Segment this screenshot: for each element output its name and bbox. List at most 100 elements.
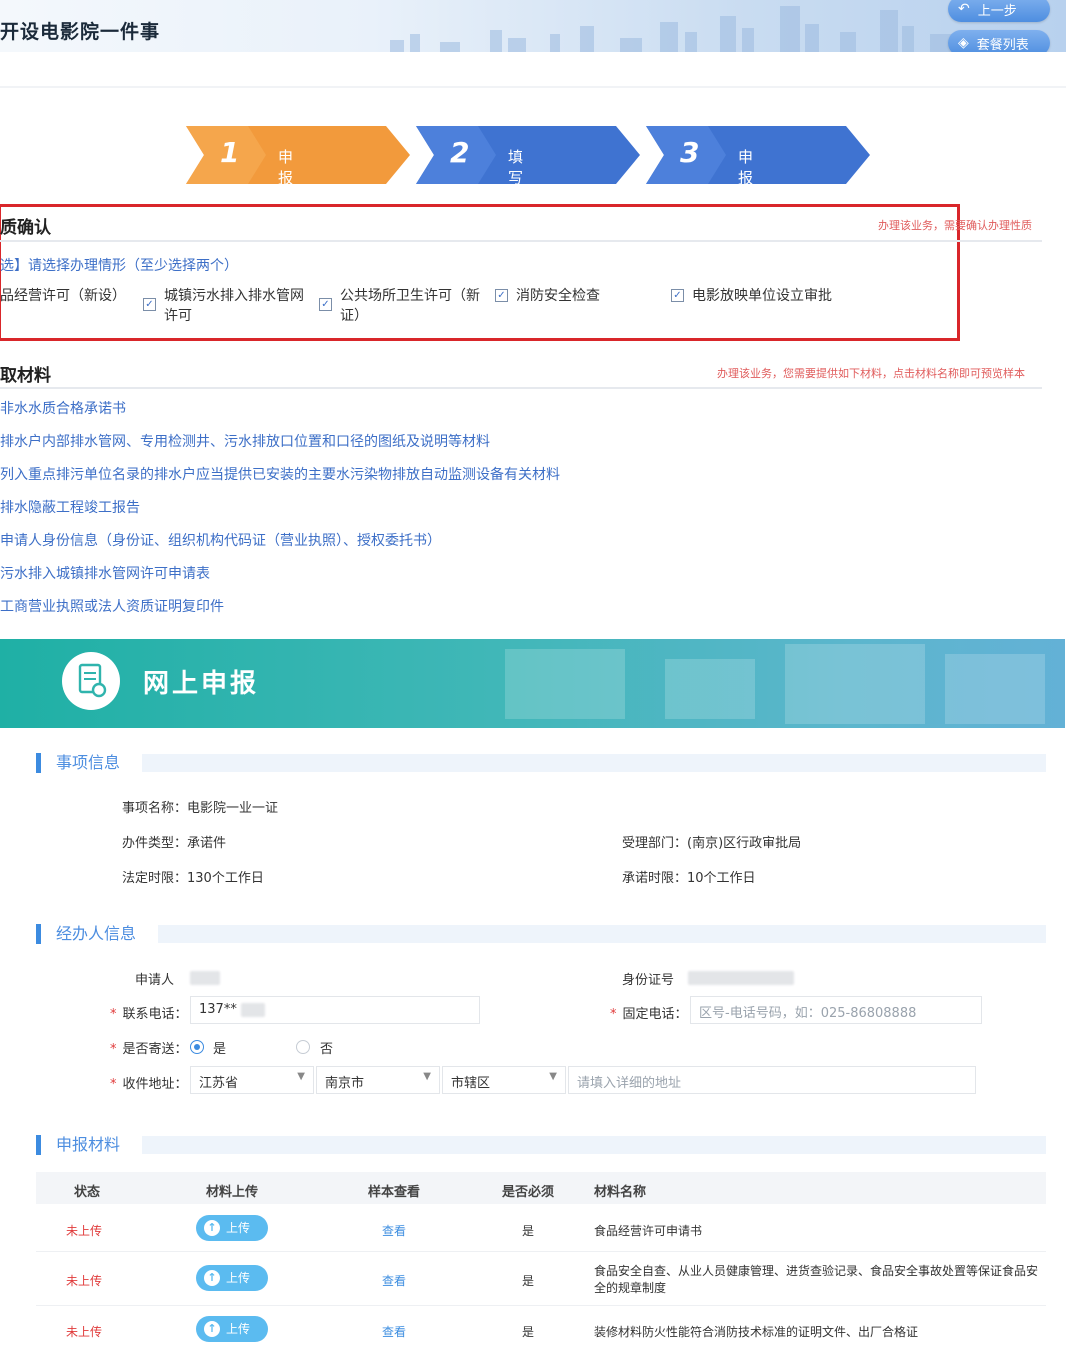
agent-info-header: 经办人信息 <box>36 924 1046 944</box>
package-list-button[interactable]: ◈ 套餐列表 <box>948 30 1050 52</box>
upload-button[interactable]: ↑ 上传 <box>196 1316 268 1342</box>
applicant-label: 申请人 <box>135 973 175 988</box>
city-select[interactable]: 南京市 ▼ <box>316 1066 440 1094</box>
required-mark: * <box>110 1007 117 1022</box>
online-declare-banner: 网上申报 <box>0 639 1065 728</box>
province-select[interactable]: 江苏省 ▼ <box>190 1066 314 1094</box>
item-name-label: 事项名称： <box>122 801 188 816</box>
confirm-note: 办理该业务，需要确认办理性质 <box>878 219 1032 232</box>
required-mark: * <box>610 1007 617 1022</box>
table-row: 未上传 ↑ 上传 查看 是 食品经营许可申请书 <box>36 1206 1046 1252</box>
view-sample-link[interactable]: 查看 <box>382 1323 406 1340</box>
step-2-number: 2 <box>450 136 470 169</box>
mail-no-radio[interactable] <box>296 1040 310 1054</box>
materials-heading: 取材料 <box>0 366 51 386</box>
option-sewage-checkbox[interactable]: ✓ <box>143 298 156 311</box>
step-3-number: 3 <box>680 136 700 169</box>
option-sewage-license[interactable]: 城镇污水排入排水管网许可 <box>164 286 312 326</box>
table-row: 未上传 ↑ 上传 查看 是 食品安全自查、从业人员健康管理、进货查验记录、食品安全… <box>36 1253 1046 1306</box>
material-link[interactable]: 申请人身份信息（身份证、组织机构代码证（营业执照）、授权委托书） <box>0 530 441 550</box>
upload-button[interactable]: ↑ 上传 <box>196 1215 268 1241</box>
col-upload: 材料上传 <box>206 1185 259 1200</box>
layers-icon: ◈ <box>958 35 969 51</box>
prev-step-button[interactable]: ↶ 上一步 <box>948 0 1050 22</box>
applicant-value-redacted <box>190 971 220 985</box>
option-fire-inspection[interactable]: 消防安全检查 <box>516 286 600 306</box>
promise-limit-label: 承诺时限： <box>622 871 688 886</box>
option-cinema-approval[interactable]: 电影放映单位设立审批 <box>692 286 832 306</box>
upload-status: 未上传 <box>66 1224 103 1238</box>
online-declare-title: 网上申报 <box>143 669 260 699</box>
upload-status: 未上传 <box>66 1325 103 1339</box>
mail-yes-radio[interactable] <box>190 1040 204 1054</box>
upload-button[interactable]: ↑ 上传 <box>196 1265 268 1291</box>
col-sample: 样本查看 <box>368 1185 421 1200</box>
fixed-phone-input[interactable]: 区号-电话号码，如：025-86808888 <box>690 996 982 1024</box>
phone-value: 137** <box>199 1002 237 1017</box>
skyline-decoration <box>390 6 954 52</box>
address-label-text: 收件地址： <box>122 1077 188 1092</box>
materials-note: 办理该业务，您需要提供如下材料，点击材料名称即可预览样本 <box>717 367 1025 380</box>
view-sample-link[interactable]: 查看 <box>382 1222 406 1239</box>
option-cinema-checkbox[interactable]: ✓ <box>671 289 684 302</box>
section-fill <box>142 1136 1046 1154</box>
chevron-down-icon: ▼ <box>549 1071 557 1082</box>
item-type-label: 办件类型： <box>122 836 188 851</box>
id-number-value-redacted <box>688 971 794 985</box>
material-link[interactable]: 排水户内部排水管网、专用检测井、污水排放口位置和口径的图纸及说明等材料 <box>0 431 490 451</box>
district-value: 市辖区 <box>451 1076 491 1091</box>
item-dept-label: 受理部门： <box>622 836 688 851</box>
required-value: 是 <box>522 1274 535 1288</box>
chevron-down-icon: ▼ <box>423 1071 431 1082</box>
upload-status: 未上传 <box>66 1274 103 1288</box>
address-detail-input[interactable]: 请填入详细的地址 <box>568 1066 976 1094</box>
material-link[interactable]: 非水水质合格承诺书 <box>0 398 126 418</box>
item-name: 事项名称：电影院一业一证 <box>122 797 278 816</box>
prev-step-label: 上一步 <box>977 3 1017 19</box>
section-marker <box>36 924 41 944</box>
view-sample-link[interactable]: 查看 <box>382 1272 406 1289</box>
fixed-phone-label: * 固定电话： <box>610 1003 688 1022</box>
item-type: 办件类型：承诺件 <box>122 832 226 851</box>
required-value: 是 <box>522 1325 535 1339</box>
phone-label-text: 联系电话： <box>122 1007 188 1022</box>
id-number-label: 身份证号 <box>622 973 675 988</box>
option-hygiene-license[interactable]: 公共场所卫生许可（新证） <box>340 286 488 326</box>
document-icon <box>62 652 120 710</box>
chevron-down-icon: ▼ <box>297 1071 305 1082</box>
phone-input[interactable]: 137** <box>190 996 480 1024</box>
phone-label: * 联系电话： <box>110 1003 188 1022</box>
required-mark: * <box>110 1042 117 1057</box>
option-fire-checkbox[interactable]: ✓ <box>495 289 508 302</box>
mail-no-label[interactable]: 否 <box>320 1038 333 1057</box>
district-select[interactable]: 市辖区 ▼ <box>442 1066 566 1094</box>
upload-label: 上传 <box>226 1271 251 1285</box>
section-fill <box>142 754 1046 772</box>
item-promise-limit: 承诺时限：10个工作日 <box>622 867 756 886</box>
confirm-divider <box>0 240 1042 242</box>
section-fill <box>158 925 1046 943</box>
table-row: 未上传 ↑ 上传 查看 是 装修材料防火性能符合消防技术标准的证明文件、出厂合格证 <box>36 1307 1046 1349</box>
material-link[interactable]: 列入重点排污单位名录的排水户应当提供已安装的主要水污染物排放自动监测设备有关材料 <box>0 464 560 484</box>
back-arrow-icon: ↶ <box>958 1 970 17</box>
header-divider <box>0 86 1066 88</box>
step-1-number: 1 <box>220 136 240 169</box>
material-link[interactable]: 污水排入城镇排水管网许可申请表 <box>0 563 210 583</box>
mail-option-label-text: 是否寄送： <box>122 1042 188 1057</box>
section-marker <box>36 753 41 773</box>
province-value: 江苏省 <box>199 1076 239 1091</box>
col-required: 是否必须 <box>502 1185 555 1200</box>
material-link[interactable]: 工商营业执照或法人资质证明复印件 <box>0 596 224 616</box>
materials-divider <box>0 387 1042 389</box>
city-value: 南京市 <box>325 1076 365 1091</box>
package-list-label: 套餐列表 <box>976 37 1029 53</box>
material-name: 食品经营许可申请书 <box>594 1224 703 1238</box>
option-hygiene-checkbox[interactable]: ✓ <box>319 298 332 311</box>
mail-yes-label[interactable]: 是 <box>213 1038 226 1057</box>
item-dept: 受理部门：(南京)区行政审批局 <box>622 832 801 851</box>
item-dept-value: (南京)区行政审批局 <box>687 836 802 851</box>
choose-situation-label: 选】请选择办理情形（至少选择两个） <box>0 258 238 274</box>
material-link[interactable]: 排水隐蔽工程竣工报告 <box>0 497 140 517</box>
section-marker <box>36 1135 41 1155</box>
option-food-license[interactable]: 品经营许可（新设） <box>0 286 126 306</box>
